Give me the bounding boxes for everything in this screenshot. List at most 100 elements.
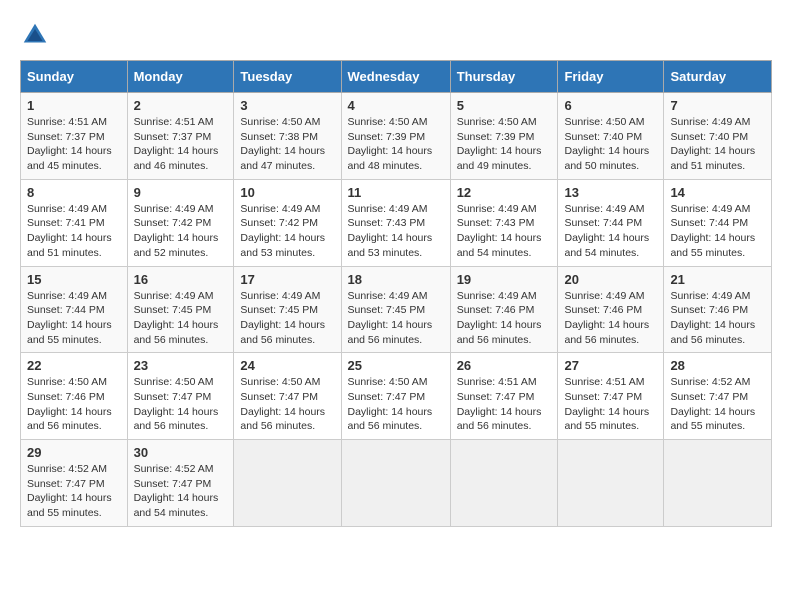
- calendar-week: 15 Sunrise: 4:49 AM Sunset: 7:44 PM Dayl…: [21, 266, 772, 353]
- calendar-cell: 14 Sunrise: 4:49 AM Sunset: 7:44 PM Dayl…: [664, 179, 772, 266]
- day-number: 25: [348, 358, 444, 373]
- calendar-cell: 22 Sunrise: 4:50 AM Sunset: 7:46 PM Dayl…: [21, 353, 128, 440]
- day-info: Sunrise: 4:50 AM Sunset: 7:47 PM Dayligh…: [240, 375, 334, 434]
- calendar-cell: 16 Sunrise: 4:49 AM Sunset: 7:45 PM Dayl…: [127, 266, 234, 353]
- calendar-cell: 26 Sunrise: 4:51 AM Sunset: 7:47 PM Dayl…: [450, 353, 558, 440]
- day-number: 24: [240, 358, 334, 373]
- day-header-tuesday: Tuesday: [234, 61, 341, 93]
- day-info: Sunrise: 4:49 AM Sunset: 7:44 PM Dayligh…: [564, 202, 657, 261]
- day-info: Sunrise: 4:50 AM Sunset: 7:46 PM Dayligh…: [27, 375, 121, 434]
- calendar-cell: 28 Sunrise: 4:52 AM Sunset: 7:47 PM Dayl…: [664, 353, 772, 440]
- calendar-cell: 9 Sunrise: 4:49 AM Sunset: 7:42 PM Dayli…: [127, 179, 234, 266]
- calendar-cell: 23 Sunrise: 4:50 AM Sunset: 7:47 PM Dayl…: [127, 353, 234, 440]
- day-number: 23: [134, 358, 228, 373]
- day-number: 27: [564, 358, 657, 373]
- day-number: 14: [670, 185, 765, 200]
- day-info: Sunrise: 4:50 AM Sunset: 7:47 PM Dayligh…: [134, 375, 228, 434]
- day-info: Sunrise: 4:49 AM Sunset: 7:42 PM Dayligh…: [240, 202, 334, 261]
- page-header: [20, 20, 772, 50]
- calendar-cell: 13 Sunrise: 4:49 AM Sunset: 7:44 PM Dayl…: [558, 179, 664, 266]
- day-number: 1: [27, 98, 121, 113]
- day-info: Sunrise: 4:49 AM Sunset: 7:41 PM Dayligh…: [27, 202, 121, 261]
- calendar-week: 22 Sunrise: 4:50 AM Sunset: 7:46 PM Dayl…: [21, 353, 772, 440]
- day-number: 17: [240, 272, 334, 287]
- calendar-cell: 20 Sunrise: 4:49 AM Sunset: 7:46 PM Dayl…: [558, 266, 664, 353]
- calendar-cell: [341, 440, 450, 527]
- calendar-cell: 3 Sunrise: 4:50 AM Sunset: 7:38 PM Dayli…: [234, 93, 341, 180]
- calendar-cell: 15 Sunrise: 4:49 AM Sunset: 7:44 PM Dayl…: [21, 266, 128, 353]
- calendar-cell: 10 Sunrise: 4:49 AM Sunset: 7:42 PM Dayl…: [234, 179, 341, 266]
- calendar-cell: 12 Sunrise: 4:49 AM Sunset: 7:43 PM Dayl…: [450, 179, 558, 266]
- day-header-thursday: Thursday: [450, 61, 558, 93]
- day-number: 29: [27, 445, 121, 460]
- calendar-cell: 6 Sunrise: 4:50 AM Sunset: 7:40 PM Dayli…: [558, 93, 664, 180]
- calendar-cell: [450, 440, 558, 527]
- calendar-cell: 7 Sunrise: 4:49 AM Sunset: 7:40 PM Dayli…: [664, 93, 772, 180]
- day-number: 15: [27, 272, 121, 287]
- day-info: Sunrise: 4:50 AM Sunset: 7:39 PM Dayligh…: [457, 115, 552, 174]
- day-number: 22: [27, 358, 121, 373]
- day-info: Sunrise: 4:51 AM Sunset: 7:37 PM Dayligh…: [27, 115, 121, 174]
- day-info: Sunrise: 4:51 AM Sunset: 7:37 PM Dayligh…: [134, 115, 228, 174]
- day-info: Sunrise: 4:49 AM Sunset: 7:43 PM Dayligh…: [348, 202, 444, 261]
- day-number: 21: [670, 272, 765, 287]
- calendar-cell: 25 Sunrise: 4:50 AM Sunset: 7:47 PM Dayl…: [341, 353, 450, 440]
- day-number: 7: [670, 98, 765, 113]
- day-info: Sunrise: 4:49 AM Sunset: 7:42 PM Dayligh…: [134, 202, 228, 261]
- calendar-cell: 17 Sunrise: 4:49 AM Sunset: 7:45 PM Dayl…: [234, 266, 341, 353]
- calendar-cell: 5 Sunrise: 4:50 AM Sunset: 7:39 PM Dayli…: [450, 93, 558, 180]
- day-number: 20: [564, 272, 657, 287]
- calendar-header: SundayMondayTuesdayWednesdayThursdayFrid…: [21, 61, 772, 93]
- calendar: SundayMondayTuesdayWednesdayThursdayFrid…: [20, 60, 772, 527]
- day-header-wednesday: Wednesday: [341, 61, 450, 93]
- day-number: 6: [564, 98, 657, 113]
- day-info: Sunrise: 4:49 AM Sunset: 7:45 PM Dayligh…: [348, 289, 444, 348]
- calendar-cell: 11 Sunrise: 4:49 AM Sunset: 7:43 PM Dayl…: [341, 179, 450, 266]
- day-number: 30: [134, 445, 228, 460]
- calendar-cell: 24 Sunrise: 4:50 AM Sunset: 7:47 PM Dayl…: [234, 353, 341, 440]
- day-number: 16: [134, 272, 228, 287]
- calendar-week: 8 Sunrise: 4:49 AM Sunset: 7:41 PM Dayli…: [21, 179, 772, 266]
- day-info: Sunrise: 4:52 AM Sunset: 7:47 PM Dayligh…: [670, 375, 765, 434]
- day-info: Sunrise: 4:52 AM Sunset: 7:47 PM Dayligh…: [134, 462, 228, 521]
- calendar-cell: 8 Sunrise: 4:49 AM Sunset: 7:41 PM Dayli…: [21, 179, 128, 266]
- day-info: Sunrise: 4:50 AM Sunset: 7:38 PM Dayligh…: [240, 115, 334, 174]
- calendar-cell: 18 Sunrise: 4:49 AM Sunset: 7:45 PM Dayl…: [341, 266, 450, 353]
- calendar-week: 29 Sunrise: 4:52 AM Sunset: 7:47 PM Dayl…: [21, 440, 772, 527]
- day-header-saturday: Saturday: [664, 61, 772, 93]
- calendar-cell: [558, 440, 664, 527]
- day-info: Sunrise: 4:49 AM Sunset: 7:44 PM Dayligh…: [670, 202, 765, 261]
- day-number: 18: [348, 272, 444, 287]
- day-header-friday: Friday: [558, 61, 664, 93]
- calendar-cell: 29 Sunrise: 4:52 AM Sunset: 7:47 PM Dayl…: [21, 440, 128, 527]
- day-number: 28: [670, 358, 765, 373]
- day-number: 8: [27, 185, 121, 200]
- day-number: 13: [564, 185, 657, 200]
- day-number: 11: [348, 185, 444, 200]
- day-number: 2: [134, 98, 228, 113]
- day-info: Sunrise: 4:50 AM Sunset: 7:40 PM Dayligh…: [564, 115, 657, 174]
- calendar-cell: 2 Sunrise: 4:51 AM Sunset: 7:37 PM Dayli…: [127, 93, 234, 180]
- day-info: Sunrise: 4:51 AM Sunset: 7:47 PM Dayligh…: [457, 375, 552, 434]
- day-number: 9: [134, 185, 228, 200]
- day-number: 5: [457, 98, 552, 113]
- calendar-cell: 30 Sunrise: 4:52 AM Sunset: 7:47 PM Dayl…: [127, 440, 234, 527]
- calendar-cell: 21 Sunrise: 4:49 AM Sunset: 7:46 PM Dayl…: [664, 266, 772, 353]
- logo: [20, 20, 54, 50]
- day-info: Sunrise: 4:49 AM Sunset: 7:45 PM Dayligh…: [240, 289, 334, 348]
- day-info: Sunrise: 4:51 AM Sunset: 7:47 PM Dayligh…: [564, 375, 657, 434]
- calendar-cell: 19 Sunrise: 4:49 AM Sunset: 7:46 PM Dayl…: [450, 266, 558, 353]
- day-info: Sunrise: 4:49 AM Sunset: 7:45 PM Dayligh…: [134, 289, 228, 348]
- day-header-sunday: Sunday: [21, 61, 128, 93]
- calendar-cell: [664, 440, 772, 527]
- day-info: Sunrise: 4:49 AM Sunset: 7:46 PM Dayligh…: [457, 289, 552, 348]
- day-header-monday: Monday: [127, 61, 234, 93]
- calendar-cell: 4 Sunrise: 4:50 AM Sunset: 7:39 PM Dayli…: [341, 93, 450, 180]
- day-info: Sunrise: 4:50 AM Sunset: 7:47 PM Dayligh…: [348, 375, 444, 434]
- calendar-body: 1 Sunrise: 4:51 AM Sunset: 7:37 PM Dayli…: [21, 93, 772, 527]
- day-info: Sunrise: 4:49 AM Sunset: 7:46 PM Dayligh…: [564, 289, 657, 348]
- day-number: 26: [457, 358, 552, 373]
- day-info: Sunrise: 4:52 AM Sunset: 7:47 PM Dayligh…: [27, 462, 121, 521]
- day-info: Sunrise: 4:49 AM Sunset: 7:46 PM Dayligh…: [670, 289, 765, 348]
- calendar-week: 1 Sunrise: 4:51 AM Sunset: 7:37 PM Dayli…: [21, 93, 772, 180]
